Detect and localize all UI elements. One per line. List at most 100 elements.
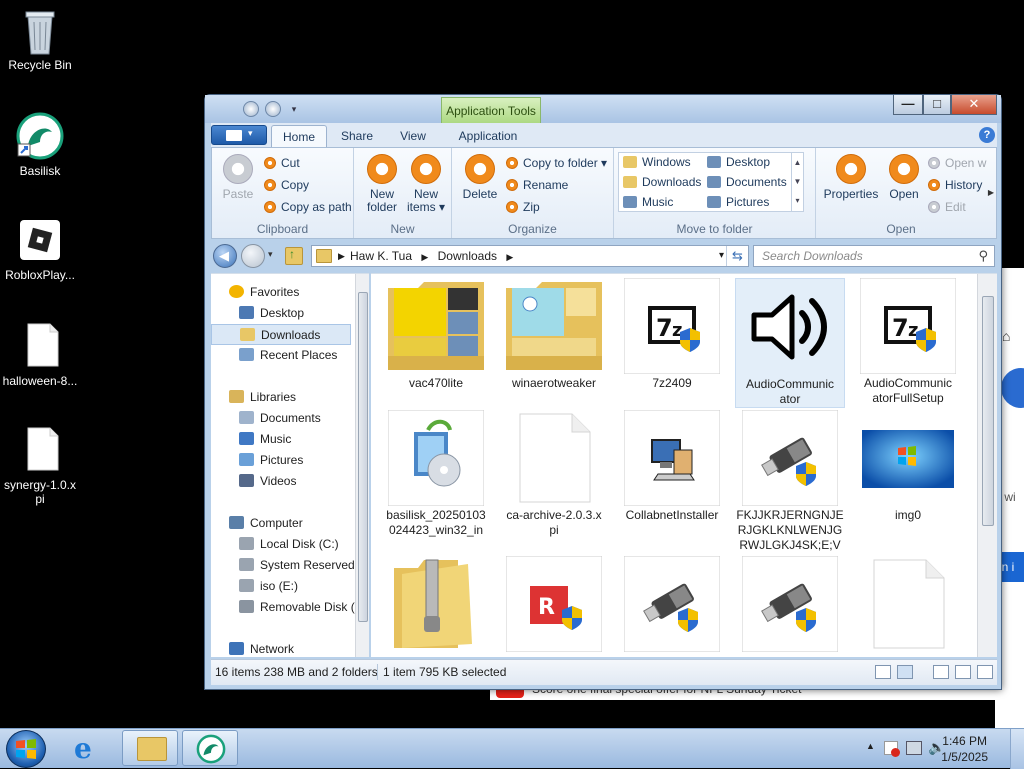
start-button[interactable] — [6, 730, 46, 768]
layout-preview-icon[interactable] — [955, 665, 971, 679]
show-desktop-button[interactable] — [1010, 729, 1024, 769]
move-to-music[interactable]: Music — [623, 193, 673, 211]
taskbar-basilisk[interactable] — [182, 730, 238, 766]
file-list[interactable]: vac470lite winaerotweaker 7 z 7z2409 AudioCom… — [371, 273, 997, 657]
maximize-button[interactable]: □ — [923, 95, 951, 115]
sidebar-item-videos[interactable]: Videos — [211, 471, 351, 492]
file-item-vac470lite[interactable]: vac470lite — [381, 278, 491, 391]
quick-access-new-folder-icon[interactable] — [265, 101, 281, 117]
sidebar-item-desktop[interactable]: Desktop — [211, 303, 351, 324]
minimize-button[interactable]: — — [893, 95, 923, 115]
sidebar-item-favorites[interactable]: Favorites — [211, 282, 351, 303]
network-icon[interactable] — [906, 741, 922, 755]
breadcrumb-haw-k-tua[interactable]: Haw K. Tua — [350, 249, 412, 263]
file-item-audiocommunicatorfullsetup[interactable]: 7 z AudioCommunic atorFullSetup — [853, 277, 963, 406]
sidebar-item-computer[interactable]: Computer — [211, 513, 351, 534]
edit-button[interactable]: Edit — [928, 198, 966, 216]
navigation-scrollbar[interactable] — [355, 274, 369, 657]
tab-share[interactable]: Share — [329, 125, 385, 147]
paste-button[interactable]: Paste — [218, 154, 258, 201]
sidebar-item-system-reserved[interactable]: System Reserved — [211, 555, 355, 576]
close-button[interactable]: ✕ — [951, 95, 997, 115]
file-menu-button[interactable]: ▾ — [211, 125, 267, 145]
move-to-downloads[interactable]: Downloads — [623, 173, 701, 191]
large-icons-view-icon[interactable] — [897, 665, 913, 679]
taskbar-file-explorer[interactable] — [122, 730, 178, 766]
sidebar-item-iso-e[interactable]: iso (E:) — [211, 576, 351, 597]
file-item-collabnetinstaller[interactable]: CollabnetInstaller — [617, 409, 727, 523]
breadcrumb-downloads[interactable]: Downloads — [438, 249, 497, 263]
properties-button[interactable]: Properties — [820, 154, 882, 201]
address-dropdown-icon[interactable]: ▾ — [719, 246, 724, 266]
refresh-icon[interactable]: ⇆ — [726, 246, 748, 266]
file-item-winaerotweaker[interactable]: winaerotweaker — [499, 278, 609, 391]
sidebar-item-music[interactable]: Music — [211, 429, 351, 450]
back-button[interactable]: ◀ — [213, 244, 237, 268]
desktop-icon-roblox[interactable]: RobloxPlay... — [0, 216, 80, 282]
new-items-button[interactable]: New items ▾ — [404, 154, 448, 214]
file-item-img0[interactable]: img0 — [853, 410, 963, 523]
move-to-desktop[interactable]: Desktop — [707, 153, 770, 171]
move-to-windows[interactable]: Windows — [623, 153, 691, 171]
scrollbar-thumb[interactable] — [982, 296, 994, 526]
copy-as-path-button[interactable]: Copy as path — [264, 198, 352, 216]
navigation-pane[interactable]: Favorites Desktop Downloads Recent Places Li… — [211, 273, 369, 657]
move-to-pictures[interactable]: Pictures — [707, 193, 769, 211]
open-button[interactable]: Open — [884, 154, 924, 201]
recent-locations-dropdown-icon[interactable]: ▾ — [268, 249, 273, 260]
new-folder-button[interactable]: New folder — [360, 154, 404, 214]
sidebar-item-recent-places[interactable]: Recent Places — [211, 345, 351, 366]
gallery-scroll[interactable]: ▲ ▼ ▾ — [791, 153, 803, 211]
file-item-basilisk-20250103024423-win32[interactable]: basilisk_20250103 024423_win32_in — [381, 409, 491, 538]
file-item-7z2409[interactable]: 7 z 7z2409 — [617, 277, 727, 391]
sidebar-item-local-disk-c[interactable]: Local Disk (C:) — [211, 534, 351, 555]
cut-button[interactable]: Cut — [264, 154, 300, 172]
search-input[interactable]: Search Downloads ⚲ — [753, 245, 995, 267]
up-folder-button[interactable]: ↑ — [285, 247, 303, 265]
file-item-item-11[interactable]: R — [499, 555, 609, 654]
history-button[interactable]: History — [928, 176, 982, 194]
desktop-icon-recycle-bin[interactable]: Recycle Bin — [0, 6, 80, 72]
sidebar-item-libraries[interactable]: Libraries — [211, 387, 351, 408]
move-to-documents[interactable]: Documents — [707, 173, 787, 191]
file-explorer-window[interactable]: ▾ Application Tools — □ ✕ ▾ Home Share V… — [204, 94, 1002, 690]
file-item-item-14[interactable] — [853, 556, 963, 654]
copy-button[interactable]: Copy — [264, 176, 309, 194]
forward-button[interactable] — [241, 244, 265, 268]
sidebar-item-downloads[interactable]: Downloads — [211, 324, 351, 345]
tab-view[interactable]: View — [387, 125, 439, 147]
file-item-fkjjkrjerngnjerjgklknlwenjgrwj[interactable]: FKJJKRJERNGNJE RJGKLKNLWENJG RWJLGKJ4SK;… — [735, 409, 845, 553]
file-item-item-13[interactable] — [735, 555, 845, 654]
layout-single-icon[interactable] — [933, 665, 949, 679]
desktop-icon-synergy[interactable]: synergy-1.0.x pi — [0, 426, 80, 506]
quick-access-dropdown-icon[interactable]: ▾ — [287, 101, 301, 117]
file-item-ca-archive-2-0-3-xpi[interactable]: ca-archive-2.0.3.x pi — [499, 410, 609, 538]
ribbon-scroll-right-icon[interactable]: ▶ — [986, 148, 996, 238]
title-bar[interactable]: ▾ Application Tools — □ ✕ — [205, 95, 1001, 125]
sidebar-item-network[interactable]: Network — [211, 639, 351, 657]
file-item-item-12[interactable] — [617, 555, 727, 654]
file-item-item-10[interactable] — [381, 556, 491, 654]
open-with-button[interactable]: Open w — [928, 154, 986, 172]
scrollbar-thumb[interactable] — [358, 292, 368, 622]
help-icon[interactable]: ? — [979, 127, 995, 143]
desktop-icon-halloween[interactable]: halloween-8... — [0, 322, 80, 388]
clock[interactable]: 1:46 PM 1/5/2025 — [941, 733, 988, 765]
sidebar-item-removable-disk[interactable]: Removable Disk ( — [211, 597, 355, 618]
action-center-icon[interactable] — [884, 741, 900, 757]
home-icon[interactable]: ⌂ — [1002, 328, 1020, 344]
zip-button[interactable]: Zip — [506, 198, 540, 216]
application-tools-context-tab[interactable]: Application Tools — [441, 97, 541, 125]
rename-button[interactable]: Rename — [506, 176, 568, 194]
delete-button[interactable]: Delete — [458, 154, 502, 201]
layout-details-pane-icon[interactable] — [977, 665, 993, 679]
taskbar-internet-explorer[interactable]: e — [62, 730, 118, 766]
sidebar-item-documents[interactable]: Documents — [211, 408, 351, 429]
desktop-icon-basilisk[interactable]: Basilisk — [0, 112, 80, 178]
show-hidden-icons-button[interactable]: ▲ — [866, 741, 875, 751]
copy-to-folder-button[interactable]: Copy to folder ▾ — [506, 154, 607, 172]
details-view-icon[interactable] — [875, 665, 891, 679]
tab-application[interactable]: Application — [447, 125, 529, 147]
tab-home[interactable]: Home — [271, 125, 327, 147]
sidebar-item-pictures[interactable]: Pictures — [211, 450, 351, 471]
